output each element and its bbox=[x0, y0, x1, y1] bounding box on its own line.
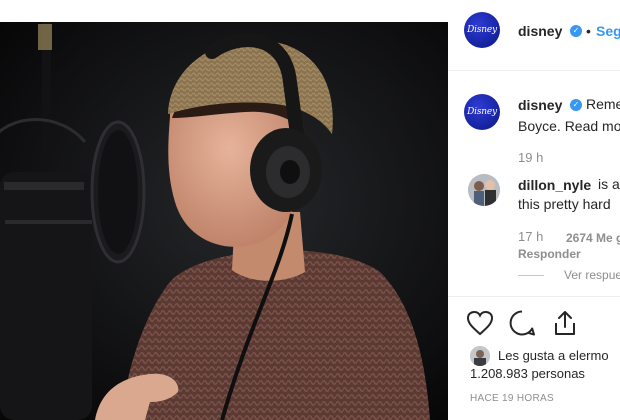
commenter-photo bbox=[468, 174, 500, 206]
studio-singer-image bbox=[0, 22, 448, 420]
post-timestamp[interactable]: HACE 19 HORAS bbox=[470, 393, 554, 404]
share-icon[interactable] bbox=[551, 309, 579, 337]
comment-username[interactable]: dillon_nyle bbox=[518, 177, 591, 193]
view-replies-line bbox=[518, 275, 544, 276]
comment-text-line2: this pretty hard bbox=[518, 196, 611, 212]
disney-logo-icon: Disney bbox=[467, 25, 497, 35]
caption-avatar[interactable]: Disney bbox=[464, 94, 500, 130]
comment-icon[interactable] bbox=[508, 309, 536, 337]
reply-button[interactable]: Responder bbox=[518, 247, 581, 261]
separator-dot: • bbox=[586, 23, 591, 39]
disney-avatar[interactable]: Disney bbox=[464, 12, 500, 48]
caption-username[interactable]: disney bbox=[518, 97, 562, 113]
header-username[interactable]: disney bbox=[518, 23, 562, 39]
follow-button[interactable]: Seguir bbox=[596, 23, 620, 39]
caption-time[interactable]: 19 h bbox=[518, 150, 543, 165]
disney-logo-icon: Disney bbox=[467, 107, 497, 117]
commenter-avatar[interactable] bbox=[468, 174, 500, 206]
post-sidebar: Disney disney ✓ • Seguir Disney disney ✓… bbox=[448, 0, 620, 420]
post-photo[interactable] bbox=[0, 22, 448, 420]
view-replies-button[interactable]: Ver respuestas bbox=[564, 268, 620, 282]
verified-badge-icon: ✓ bbox=[570, 99, 582, 111]
comment-text-line1: is a bbox=[598, 176, 620, 192]
likes-count[interactable]: 1.208.983 personas bbox=[470, 363, 585, 385]
comment-likes[interactable]: 2674 Me gusta bbox=[566, 231, 620, 245]
caption-text-line2[interactable]: Boyce. Read more bbox=[518, 115, 620, 137]
header-divider bbox=[448, 70, 620, 71]
heart-icon[interactable] bbox=[466, 310, 494, 336]
actions-divider bbox=[448, 296, 620, 297]
comment-time[interactable]: 17 h bbox=[518, 229, 543, 244]
caption-text-line1: Remember bbox=[586, 96, 620, 112]
verified-badge-icon: ✓ bbox=[570, 25, 582, 37]
